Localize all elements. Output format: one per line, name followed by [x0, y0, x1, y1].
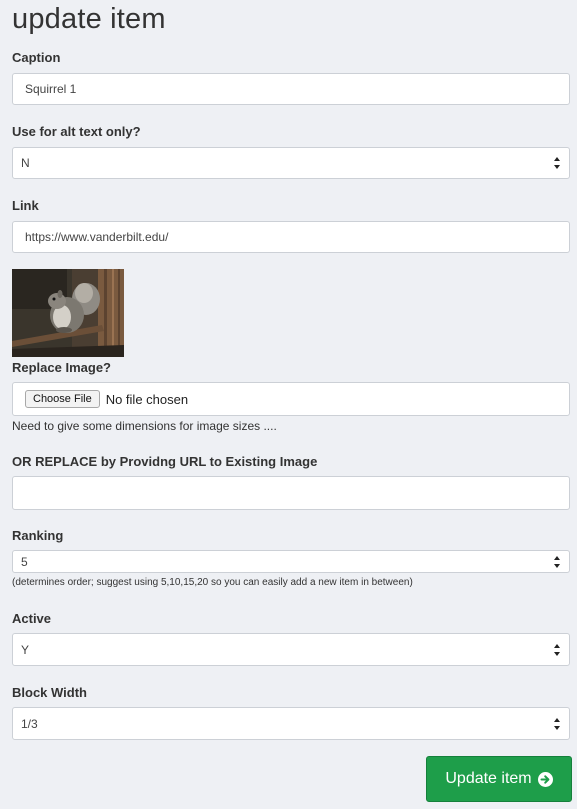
active-label: Active: [12, 611, 52, 626]
squirrel-image: [12, 269, 124, 357]
block-width-select[interactable]: 1/3: [12, 707, 570, 740]
replace-image-file-input: Choose File No file chosen: [12, 382, 570, 416]
active-value: Y: [21, 642, 30, 657]
link-label: Link: [12, 198, 39, 213]
select-caret-icon: [553, 717, 561, 731]
caption-label: Caption: [12, 50, 61, 65]
choose-file-button[interactable]: Choose File: [25, 390, 100, 408]
update-item-button[interactable]: Update item: [426, 756, 572, 802]
ranking-label: Ranking: [12, 528, 64, 543]
select-caret-icon: [553, 555, 561, 569]
block-width-value: 1/3: [21, 716, 38, 731]
replace-url-input[interactable]: [12, 476, 570, 510]
circle-arrow-right-icon: [537, 771, 553, 787]
image-size-note: Need to give some dimensions for image s…: [12, 419, 277, 433]
link-input[interactable]: https://www.vanderbilt.edu/: [12, 221, 570, 253]
block-width-label: Block Width: [12, 685, 87, 700]
caption-input[interactable]: Squirrel 1: [12, 73, 570, 105]
page-title: update item: [12, 3, 166, 35]
alt-text-select[interactable]: N: [12, 147, 570, 179]
caption-value: Squirrel 1: [25, 82, 77, 96]
update-item-form: update item Caption Squirrel 1 Use for a…: [0, 0, 577, 809]
replace-url-label: OR REPLACE by Providng URL to Existing I…: [12, 454, 318, 469]
alt-text-value: N: [21, 156, 30, 170]
alt-text-label: Use for alt text only?: [12, 124, 141, 139]
ranking-value: 5: [21, 554, 28, 569]
active-select[interactable]: Y: [12, 633, 570, 666]
ranking-hint: (determines order; suggest using 5,10,15…: [12, 577, 413, 588]
link-value: https://www.vanderbilt.edu/: [25, 230, 169, 244]
select-caret-icon: [553, 643, 561, 657]
update-item-label: Update item: [445, 770, 532, 787]
file-status: No file chosen: [105, 391, 189, 407]
replace-image-label: Replace Image?: [12, 360, 111, 375]
select-caret-icon: [553, 156, 561, 170]
ranking-select[interactable]: 5: [12, 550, 570, 573]
item-thumbnail: [12, 269, 124, 357]
